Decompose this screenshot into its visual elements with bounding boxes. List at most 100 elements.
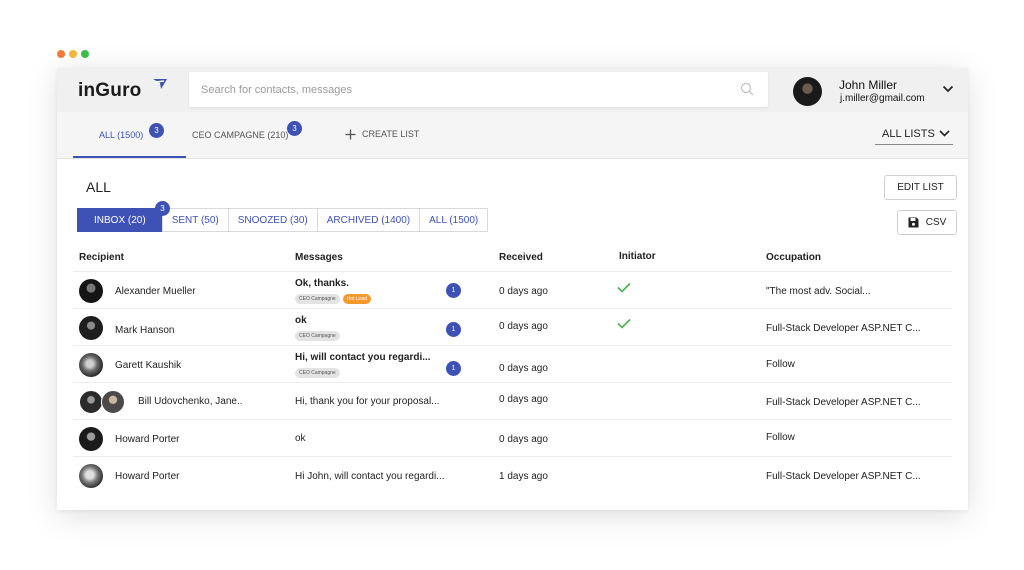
- unread-count-badge: 1: [446, 283, 461, 298]
- user-email: j.miller@gmail.com: [840, 93, 925, 104]
- check-icon: [617, 282, 631, 293]
- active-tab-indicator: [73, 156, 186, 158]
- avatar: [79, 464, 103, 488]
- chevron-down-icon: [939, 130, 950, 137]
- tag-chip: CEO Campagne: [295, 294, 340, 304]
- avatar: [79, 427, 103, 451]
- column-header-messages[interactable]: Messages: [295, 252, 343, 263]
- occupation: "The most adv. Social...: [766, 286, 871, 297]
- search-box: [189, 72, 768, 107]
- filter-archived-label: ARCHIVED (1400): [326, 214, 411, 226]
- received-time: 0 days ago: [499, 363, 548, 374]
- tab-ceo-campagne[interactable]: CEO CAMPAGNE (210): [192, 130, 288, 140]
- table-row[interactable]: Howard Porter ok 0 days ago Follow: [73, 419, 952, 456]
- avatar: [101, 390, 125, 414]
- search-input[interactable]: [189, 72, 709, 107]
- message-tags: CEO Campagne Hot Lead: [295, 294, 371, 304]
- tab-ceo-campagne-label: CEO CAMPAGNE (210): [192, 130, 289, 140]
- column-header-received[interactable]: Received: [499, 252, 543, 263]
- top-bar: inGuro John Miller j.miller@gmail.com: [57, 68, 968, 112]
- chevron-down-icon[interactable]: [942, 85, 954, 93]
- message-preview: ok: [295, 433, 306, 444]
- message-tags: CEO Campagne: [295, 368, 340, 378]
- filter-sent[interactable]: SENT (50): [161, 208, 229, 232]
- avatar: [79, 353, 103, 377]
- tab-all-badge: 3: [149, 123, 164, 138]
- table-row[interactable]: Bill Udovchenko, Jane.. Hi, thank you fo…: [73, 382, 952, 419]
- filter-snoozed-label: SNOOZED (30): [237, 214, 308, 226]
- create-list-button[interactable]: CREATE LIST: [345, 124, 419, 144]
- column-header-occupation[interactable]: Occupation: [766, 252, 821, 263]
- occupation: Full-Stack Developer ASP.NET C...: [766, 471, 921, 482]
- unread-count-badge: 1: [446, 361, 461, 376]
- list-selector-value: ALL LISTS: [882, 128, 935, 140]
- filter-inbox[interactable]: INBOX (20): [77, 208, 163, 232]
- table-row[interactable]: Garett Kaushik Hi, will contact you rega…: [73, 345, 952, 382]
- occupation: Follow: [766, 359, 795, 370]
- list-tabs-bar: ALL (1500) 3 CEO CAMPAGNE (210) 3 CREATE…: [57, 112, 968, 159]
- recipient-name: Garett Kaushik: [115, 360, 182, 371]
- message-preview: Hi, thank you for your proposal...: [295, 396, 440, 407]
- message-filters: INBOX (20) SENT (50) SNOOZED (30) ARCHIV…: [77, 208, 489, 232]
- close-dot[interactable]: [57, 50, 65, 58]
- create-list-label: CREATE LIST: [362, 129, 420, 139]
- filter-sent-label: SENT (50): [171, 214, 219, 226]
- filter-snoozed[interactable]: SNOOZED (30): [227, 208, 318, 232]
- page-title: ALL: [86, 179, 111, 195]
- tab-ceo-campagne-badge: 3: [287, 121, 302, 136]
- logo-mark-icon: [153, 79, 167, 89]
- avatar: [79, 279, 103, 303]
- logo-text: inGuro: [78, 80, 142, 101]
- inbox-badge: 3: [155, 201, 170, 216]
- avatar: [79, 390, 103, 414]
- minimize-dot[interactable]: [69, 50, 77, 58]
- app-window: inGuro John Miller j.miller@gmail.com AL…: [57, 68, 968, 510]
- filter-inbox-label: INBOX (20): [94, 214, 146, 226]
- message-preview: Hi John, will contact you regardi...: [295, 471, 445, 482]
- save-icon: [908, 217, 919, 228]
- received-time: 0 days ago: [499, 286, 548, 297]
- tab-all[interactable]: ALL (1500): [99, 130, 143, 140]
- unread-count-badge: 1: [446, 322, 461, 337]
- message-preview: Hi, will contact you regardi...: [295, 352, 431, 363]
- edit-list-label: EDIT LIST: [897, 182, 944, 193]
- column-header-recipient[interactable]: Recipient: [79, 252, 124, 263]
- recipient-name: Bill Udovchenko, Jane..: [138, 396, 243, 407]
- app-logo[interactable]: inGuro: [78, 79, 167, 102]
- received-time: 0 days ago: [499, 394, 548, 405]
- user-avatar[interactable]: [793, 77, 822, 106]
- plus-icon: [345, 129, 356, 139]
- list-selector[interactable]: ALL LISTS: [875, 123, 953, 145]
- filter-all-label: ALL (1500): [429, 214, 479, 226]
- maximize-dot[interactable]: [81, 50, 89, 58]
- column-header-initiator[interactable]: Initiator: [619, 251, 656, 262]
- table-row[interactable]: Alexander Mueller Ok, thanks. CEO Campag…: [73, 271, 952, 308]
- tab-all-label: ALL (1500): [99, 130, 144, 140]
- message-preview: ok: [295, 315, 307, 326]
- recipient-name: Alexander Mueller: [115, 286, 196, 297]
- filter-all[interactable]: ALL (1500): [419, 208, 489, 232]
- occupation: Full-Stack Developer ASP.NET C...: [766, 323, 921, 334]
- recipient-name: Howard Porter: [115, 434, 180, 445]
- table-row[interactable]: Howard Porter Hi John, will contact you …: [73, 456, 952, 493]
- message-tags: CEO Campagne: [295, 331, 340, 341]
- tag-chip: CEO Campagne: [295, 331, 340, 341]
- received-time: 0 days ago: [499, 434, 548, 445]
- occupation: Full-Stack Developer ASP.NET C...: [766, 397, 921, 408]
- hot-lead-chip: Hot Lead: [342, 294, 371, 304]
- window-controls: [57, 50, 89, 58]
- edit-list-button[interactable]: EDIT LIST: [884, 175, 957, 200]
- tag-chip: CEO Campagne: [295, 368, 340, 378]
- recipient-name: Mark Hanson: [115, 325, 175, 336]
- message-preview: Ok, thanks.: [295, 278, 349, 289]
- user-name: John Miller: [839, 78, 898, 92]
- csv-export-button[interactable]: CSV: [897, 210, 957, 235]
- csv-label: CSV: [925, 217, 947, 228]
- filter-archived[interactable]: ARCHIVED (1400): [316, 208, 421, 232]
- table-row[interactable]: Mark Hanson ok CEO Campagne 1 0 days ago…: [73, 308, 952, 345]
- search-icon[interactable]: [740, 82, 754, 96]
- received-time: 0 days ago: [499, 321, 548, 332]
- occupation: Follow: [766, 432, 795, 443]
- avatar: [79, 316, 103, 340]
- check-icon: [617, 318, 631, 329]
